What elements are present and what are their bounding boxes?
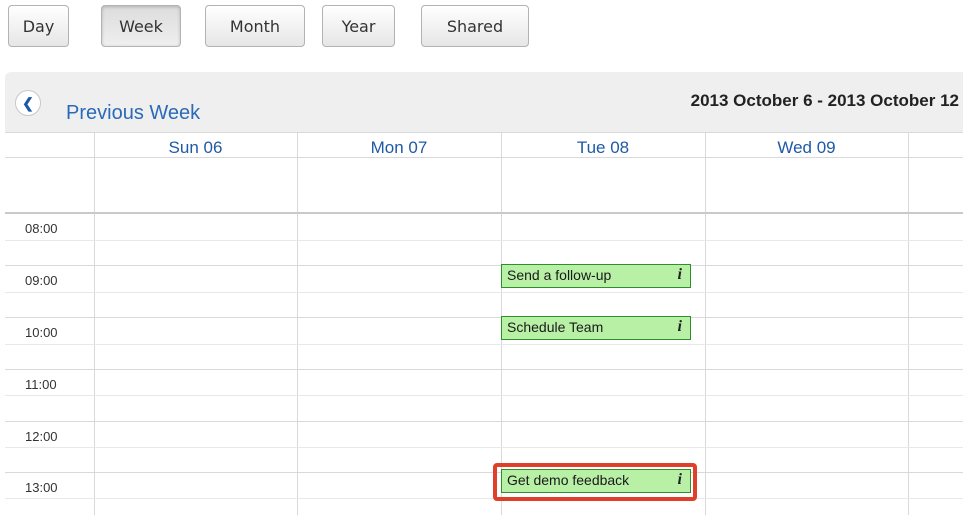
calendar-event[interactable]: Schedule Team i: [501, 316, 691, 340]
info-icon[interactable]: i: [678, 471, 682, 489]
calendar-event[interactable]: Send a follow-up i: [501, 264, 691, 288]
week-view-button[interactable]: Week: [101, 5, 181, 47]
date-range-title: 2013 October 6 - 2013 October 12: [690, 91, 959, 110]
event-title: Schedule Team: [507, 319, 604, 335]
year-view-button[interactable]: Year: [322, 5, 395, 47]
time-label: 09:00: [25, 273, 58, 288]
shared-view-button[interactable]: Shared: [421, 5, 529, 47]
day-view-button[interactable]: Day: [8, 5, 69, 47]
info-icon[interactable]: i: [678, 266, 682, 284]
event-title: Send a follow-up: [507, 267, 612, 283]
time-label: 13:00: [25, 480, 58, 495]
time-label: 08:00: [25, 221, 58, 236]
day-header-sun[interactable]: Sun 06: [94, 138, 297, 158]
calendar-event[interactable]: Get demo feedback i: [501, 469, 691, 493]
day-header-mon[interactable]: Mon 07: [297, 138, 501, 158]
day-header-wed[interactable]: Wed 09: [705, 138, 908, 158]
month-view-button[interactable]: Month: [205, 5, 305, 47]
event-title: Get demo feedback: [507, 472, 630, 488]
time-label: 12:00: [25, 429, 58, 444]
time-label: 11:00: [25, 377, 57, 392]
week-grid: Sun 06 Mon 07 Tue 08 Wed 09 08:00 09:00 …: [5, 132, 963, 515]
previous-week-link[interactable]: Previous Week: [66, 102, 200, 125]
info-icon[interactable]: i: [678, 318, 682, 336]
time-label: 10:00: [25, 325, 58, 340]
chevron-left-icon[interactable]: ❮: [15, 90, 41, 116]
day-header-tue[interactable]: Tue 08: [501, 138, 705, 158]
